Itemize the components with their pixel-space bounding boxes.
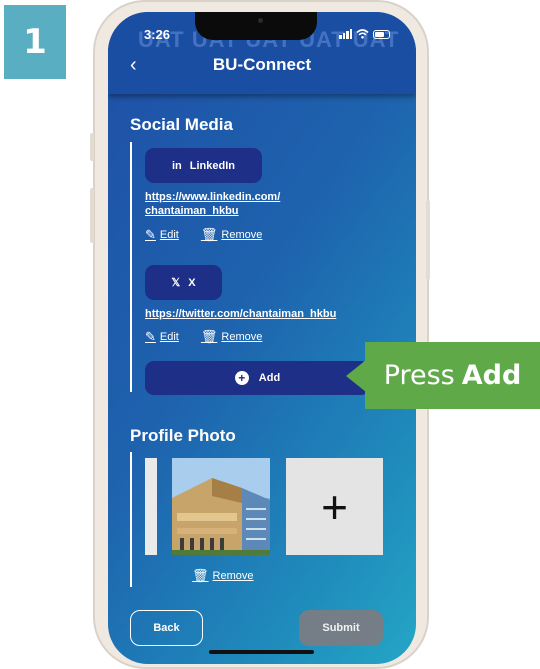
section-divider-line xyxy=(130,452,132,587)
profile-photo-image[interactable] xyxy=(172,458,270,555)
trash-icon: 🗑 xyxy=(200,227,218,242)
trash-icon: 🗑 xyxy=(192,568,209,583)
edit-linkedin-button[interactable]: ✎ Edit xyxy=(145,227,179,243)
linkedin-icon: in xyxy=(171,159,182,172)
add-photo-tile[interactable]: + xyxy=(286,458,383,555)
callout-action: Add xyxy=(461,360,522,391)
phone-side-button xyxy=(426,200,430,280)
phone-side-button xyxy=(90,188,94,243)
x-url[interactable]: https://twitter.com/chantaiman_hkbu xyxy=(145,307,336,321)
x-actions: ✎ Edit 🗑 Remove xyxy=(145,329,262,345)
callout-arrow xyxy=(346,360,366,392)
phone-screen: UAT UAT UAT UAT UAT 3:26 ‹ BU-Connect So… xyxy=(108,12,416,664)
x-icon: 𝕏 xyxy=(171,277,181,289)
plus-icon: + xyxy=(321,480,348,533)
instruction-callout: Press Add xyxy=(365,342,540,409)
home-indicator xyxy=(209,650,314,654)
app-header: UAT UAT UAT UAT UAT 3:26 ‹ BU-Connect xyxy=(108,12,416,94)
page-title: BU-Connect xyxy=(212,55,312,74)
add-circle-icon: + xyxy=(234,371,249,385)
photo-actions: 🗑 Remove xyxy=(192,568,253,584)
x-label: X xyxy=(188,276,196,289)
step-number-badge: 1 xyxy=(4,5,66,79)
linkedin-label: LinkedIn xyxy=(189,159,235,172)
wifi-icon xyxy=(356,29,369,39)
trash-icon: 🗑 xyxy=(200,329,218,344)
signal-icon xyxy=(339,29,352,39)
add-social-button[interactable]: + Add xyxy=(145,361,370,395)
profile-photo-title: Profile Photo xyxy=(130,426,236,445)
camera-dot xyxy=(258,18,263,23)
social-media-title: Social Media xyxy=(130,115,233,134)
edit-icon: ✎ xyxy=(145,227,156,242)
phone-notch xyxy=(195,12,317,40)
section-divider-line xyxy=(130,142,132,392)
linkedin-actions: ✎ Edit 🗑 Remove xyxy=(145,227,262,243)
remove-x-button[interactable]: 🗑 Remove xyxy=(201,329,262,345)
back-button[interactable]: Back xyxy=(130,610,203,646)
linkedin-chip[interactable]: in LinkedIn xyxy=(145,148,262,183)
battery-icon xyxy=(373,30,390,39)
callout-prefix: Press xyxy=(383,360,455,391)
remove-photo-button[interactable]: 🗑 Remove xyxy=(192,568,253,584)
building-photo xyxy=(172,458,270,555)
submit-button[interactable]: Submit xyxy=(299,610,383,646)
photo-thumbnail-partial[interactable] xyxy=(145,458,157,555)
status-time: 3:26 xyxy=(144,27,171,42)
remove-linkedin-button[interactable]: 🗑 Remove xyxy=(201,227,262,243)
status-icons xyxy=(339,29,390,39)
edit-icon: ✎ xyxy=(145,329,156,344)
phone-side-button xyxy=(90,133,94,161)
x-chip[interactable]: 𝕏 X xyxy=(145,265,222,300)
edit-x-button[interactable]: ✎ Edit xyxy=(145,329,179,345)
linkedin-url[interactable]: https://www.linkedin.com/ chantaiman_hkb… xyxy=(145,190,280,218)
